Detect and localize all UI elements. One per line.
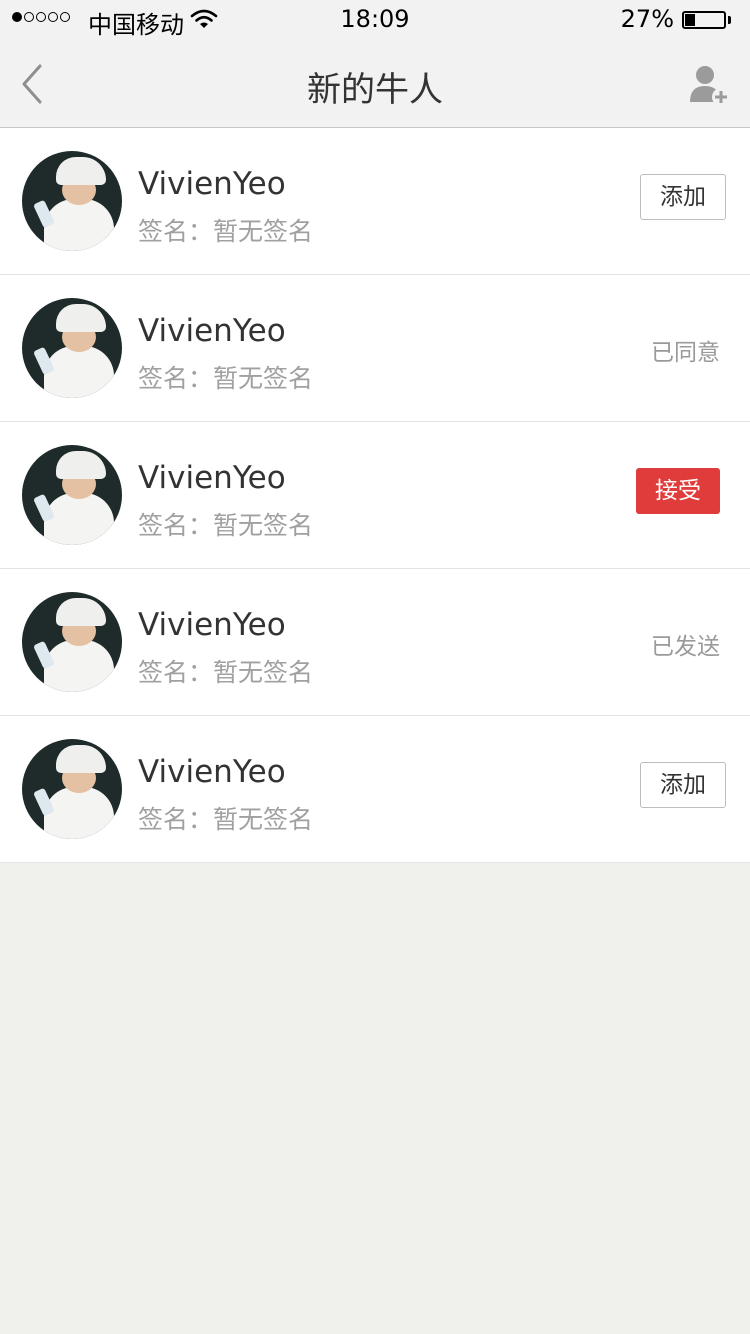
chevron-left-icon [22,64,42,104]
add-button[interactable]: 添加 [640,762,726,808]
username: VivienYeo [138,460,286,496]
avatar[interactable] [22,739,122,839]
add-friend-button[interactable] [688,62,732,108]
username: VivienYeo [138,166,286,202]
signature: 签名：暂无签名 [138,805,314,834]
avatar[interactable] [22,445,122,545]
avatar[interactable] [22,592,122,692]
avatar[interactable] [22,298,122,398]
list-item[interactable]: VivienYeo 签名：暂无签名 已同意 [0,275,750,422]
signature: 签名：暂无签名 [138,364,314,393]
battery-icon [682,11,726,29]
signature: 签名：暂无签名 [138,511,314,540]
battery-level [685,14,695,26]
request-status: 已发送 [651,634,720,660]
username: VivienYeo [138,607,286,643]
signature: 签名：暂无签名 [138,658,314,687]
add-button[interactable]: 添加 [640,174,726,220]
accept-button[interactable]: 接受 [636,468,720,514]
list-item[interactable]: VivienYeo 签名：暂无签名 接受 [0,422,750,569]
friend-request-list: VivienYeo 签名：暂无签名 添加 VivienYeo 签名：暂无签名 已… [0,128,750,863]
back-button[interactable] [16,60,56,108]
list-item[interactable]: VivienYeo 签名：暂无签名 添加 [0,128,750,275]
status-bar: 中国移动 18:09 27% [0,0,750,40]
user-add-icon [690,66,730,106]
request-status: 已同意 [651,340,720,366]
list-item[interactable]: VivienYeo 签名：暂无签名 添加 [0,716,750,863]
username: VivienYeo [138,754,286,790]
signature: 签名：暂无签名 [138,217,314,246]
avatar[interactable] [22,151,122,251]
username: VivienYeo [138,313,286,349]
navigation-bar: 新的牛人 [0,40,750,128]
list-item[interactable]: VivienYeo 签名：暂无签名 已发送 [0,569,750,716]
page-title: 新的牛人 [307,70,443,110]
battery-tip [728,16,731,24]
battery-percent: 27% [620,5,674,33]
